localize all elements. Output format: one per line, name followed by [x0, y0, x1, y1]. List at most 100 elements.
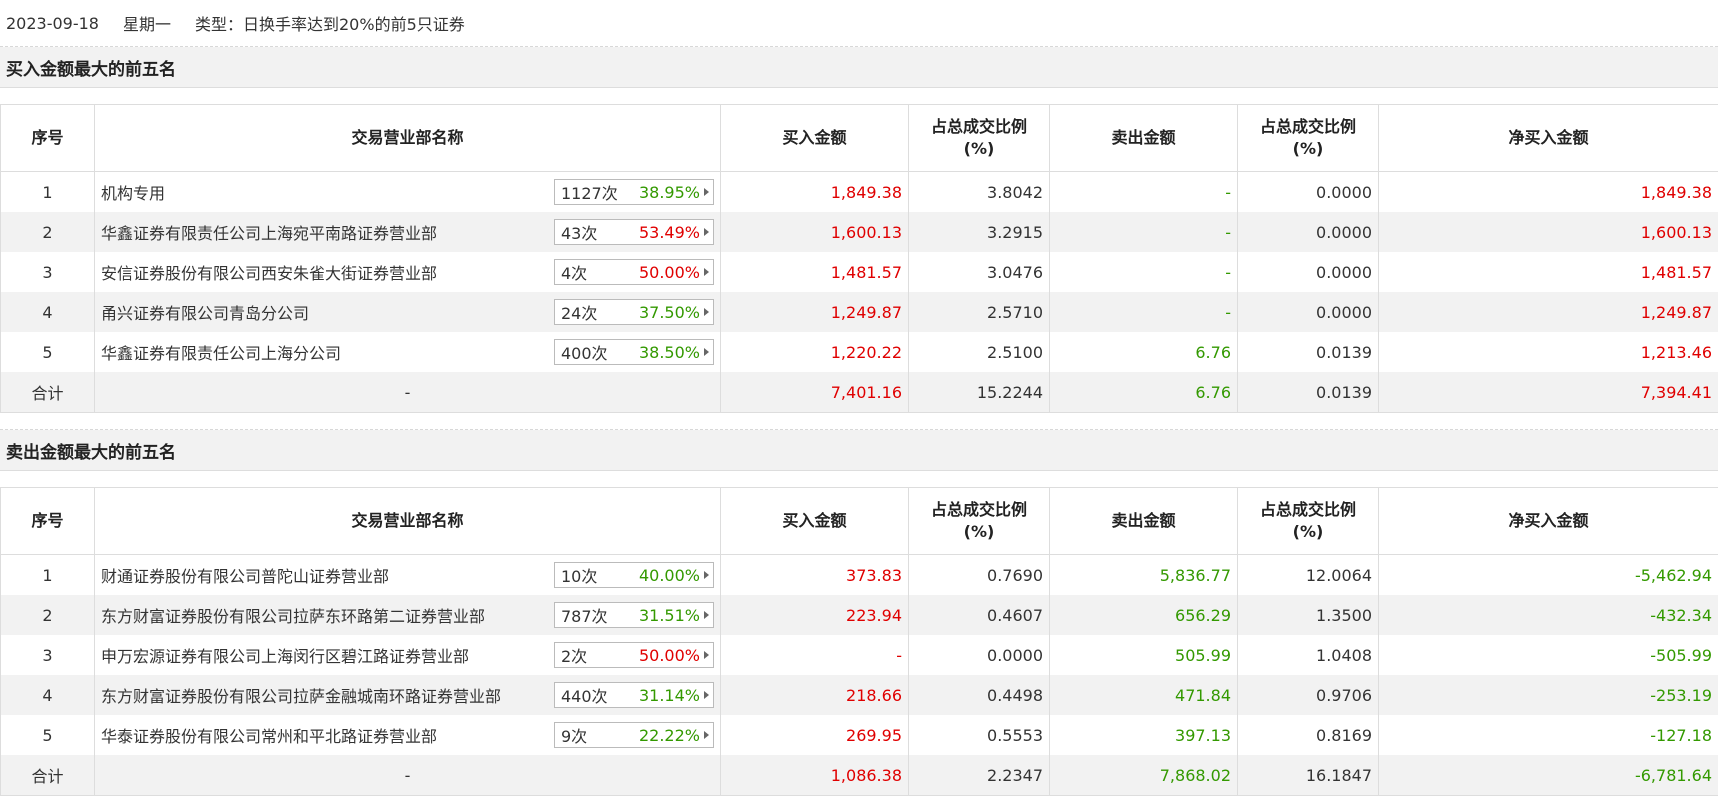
sell-amount-cell: 5,836.77: [1050, 555, 1238, 596]
buy-table: 序号 交易营业部名称 买入金额 占总成交比例(%) 卖出金额 占总成交比例(%)…: [0, 104, 1718, 413]
sell-ratio-cell: 1.3500: [1238, 595, 1379, 635]
trade-count-badge[interactable]: 4次 50.00%: [554, 259, 714, 285]
table-header-row: 序号 交易营业部名称 买入金额 占总成交比例(%) 卖出金额 占总成交比例(%)…: [1, 488, 1718, 555]
table-row: 1 机构专用 1127次 38.95% 1,849.38 3.8042 - 0.…: [1, 172, 1718, 213]
win-rate: 50.00%: [639, 646, 700, 665]
col-seq: 序号: [1, 488, 95, 555]
buy-ratio-cell: 2.5100: [909, 332, 1050, 372]
broker-cell: 华鑫证券有限责任公司上海分公司 400次 38.50%: [95, 332, 721, 372]
total-net-cell: -6,781.64: [1379, 755, 1718, 796]
sell-ratio-cell: 0.0000: [1238, 252, 1379, 292]
broker-cell: 机构专用 1127次 38.95%: [95, 172, 721, 213]
buy-ratio-cell: 3.8042: [909, 172, 1050, 213]
seq-cell: 3: [1, 635, 95, 675]
sell-ratio-cell: 0.0000: [1238, 172, 1379, 213]
caret-right-icon: [704, 348, 709, 356]
trade-count: 9次: [561, 723, 639, 747]
broker-name-link[interactable]: 华泰证券股份有限公司常州和平北路证券营业部: [101, 723, 437, 747]
buy-ratio-cell: 0.4498: [909, 675, 1050, 715]
col-buy-ratio: 占总成交比例(%): [909, 105, 1050, 172]
buy-ratio-cell: 3.0476: [909, 252, 1050, 292]
col-sell-ratio: 占总成交比例(%): [1238, 105, 1379, 172]
sell-section-title: 卖出金额最大的前五名: [0, 430, 1718, 471]
trade-count: 400次: [561, 340, 639, 364]
table-row: 2 华鑫证券有限责任公司上海宛平南路证券营业部 43次 53.49% 1,600…: [1, 212, 1718, 252]
buy-amount-cell: 1,249.87: [721, 292, 909, 332]
broker-cell: 甬兴证券有限公司青岛分公司 24次 37.50%: [95, 292, 721, 332]
trade-count-badge[interactable]: 9次 22.22%: [554, 722, 714, 748]
trade-count-badge[interactable]: 43次 53.49%: [554, 219, 714, 245]
buy-section-title: 买入金额最大的前五名: [0, 47, 1718, 88]
win-rate: 38.95%: [639, 183, 700, 202]
seq-cell: 2: [1, 212, 95, 252]
win-rate: 22.22%: [639, 726, 700, 745]
caret-right-icon: [704, 308, 709, 316]
broker-cell: 华泰证券股份有限公司常州和平北路证券营业部 9次 22.22%: [95, 715, 721, 755]
total-name-cell: -: [95, 372, 721, 413]
total-buy-cell: 1,086.38: [721, 755, 909, 796]
table-header-row: 序号 交易营业部名称 买入金额 占总成交比例(%) 卖出金额 占总成交比例(%)…: [1, 105, 1718, 172]
table-row: 1 财通证券股份有限公司普陀山证券营业部 10次 40.00% 373.83 0…: [1, 555, 1718, 596]
broker-name-link[interactable]: 财通证券股份有限公司普陀山证券营业部: [101, 563, 389, 587]
broker-name-link[interactable]: 甬兴证券有限公司青岛分公司: [101, 300, 309, 324]
trade-count-badge[interactable]: 24次 37.50%: [554, 299, 714, 325]
total-buy-ratio-cell: 15.2244: [909, 372, 1050, 413]
broker-name-link[interactable]: 安信证券股份有限公司西安朱雀大街证券营业部: [101, 260, 437, 284]
buy-amount-cell: 1,481.57: [721, 252, 909, 292]
seq-cell: 2: [1, 595, 95, 635]
buy-amount-cell: -: [721, 635, 909, 675]
buy-ratio-cell: 0.0000: [909, 635, 1050, 675]
table-row: 4 东方财富证券股份有限公司拉萨金融城南环路证券营业部 440次 31.14% …: [1, 675, 1718, 715]
broker-name-link[interactable]: 东方财富证券股份有限公司拉萨金融城南环路证券营业部: [101, 683, 501, 707]
net-amount-cell: 1,249.87: [1379, 292, 1718, 332]
broker-name-link[interactable]: 东方财富证券股份有限公司拉萨东环路第二证券营业部: [101, 603, 485, 627]
sell-amount-cell: 6.76: [1050, 332, 1238, 372]
sell-ratio-cell: 0.8169: [1238, 715, 1379, 755]
net-amount-cell: 1,849.38: [1379, 172, 1718, 213]
trade-count-badge[interactable]: 2次 50.00%: [554, 642, 714, 668]
trade-count-badge[interactable]: 1127次 38.95%: [554, 179, 714, 205]
table-row: 4 甬兴证券有限公司青岛分公司 24次 37.50% 1,249.87 2.57…: [1, 292, 1718, 332]
caret-right-icon: [704, 268, 709, 276]
buy-ratio-cell: 0.4607: [909, 595, 1050, 635]
broker-name-link[interactable]: 申万宏源证券有限公司上海闵行区碧江路证券营业部: [101, 643, 469, 667]
broker-cell: 安信证券股份有限公司西安朱雀大街证券营业部 4次 50.00%: [95, 252, 721, 292]
caret-right-icon: [704, 571, 709, 579]
total-name-cell: -: [95, 755, 721, 796]
total-label: 合计: [1, 755, 95, 796]
sell-ratio-cell: 1.0408: [1238, 635, 1379, 675]
sell-table: 序号 交易营业部名称 买入金额 占总成交比例(%) 卖出金额 占总成交比例(%)…: [0, 487, 1718, 796]
total-buy-cell: 7,401.16: [721, 372, 909, 413]
trade-count-badge[interactable]: 400次 38.50%: [554, 339, 714, 365]
table-row: 5 华鑫证券有限责任公司上海分公司 400次 38.50% 1,220.22 2…: [1, 332, 1718, 372]
trade-count-badge[interactable]: 10次 40.00%: [554, 562, 714, 588]
buy-amount-cell: 1,220.22: [721, 332, 909, 372]
broker-name-link[interactable]: 机构专用: [101, 180, 165, 204]
trade-count: 4次: [561, 260, 639, 284]
table-row: 5 华泰证券股份有限公司常州和平北路证券营业部 9次 22.22% 269.95…: [1, 715, 1718, 755]
buy-ratio-cell: 0.5553: [909, 715, 1050, 755]
broker-cell: 东方财富证券股份有限公司拉萨金融城南环路证券营业部 440次 31.14%: [95, 675, 721, 715]
win-rate: 31.51%: [639, 606, 700, 625]
buy-amount-cell: 223.94: [721, 595, 909, 635]
col-buy: 买入金额: [721, 488, 909, 555]
broker-name-link[interactable]: 华鑫证券有限责任公司上海分公司: [101, 340, 341, 364]
total-row: 合计 - 1,086.38 2.2347 7,868.02 16.1847 -6…: [1, 755, 1718, 796]
col-buy-ratio: 占总成交比例(%): [909, 488, 1050, 555]
net-amount-cell: -5,462.94: [1379, 555, 1718, 596]
broker-cell: 华鑫证券有限责任公司上海宛平南路证券营业部 43次 53.49%: [95, 212, 721, 252]
table-row: 2 东方财富证券股份有限公司拉萨东环路第二证券营业部 787次 31.51% 2…: [1, 595, 1718, 635]
trade-count-badge[interactable]: 440次 31.14%: [554, 682, 714, 708]
trade-count-badge[interactable]: 787次 31.51%: [554, 602, 714, 628]
total-sell-ratio-cell: 16.1847: [1238, 755, 1379, 796]
seq-cell: 1: [1, 555, 95, 596]
trade-count: 440次: [561, 683, 639, 707]
sell-amount-cell: -: [1050, 252, 1238, 292]
total-sell-cell: 6.76: [1050, 372, 1238, 413]
broker-cell: 东方财富证券股份有限公司拉萨东环路第二证券营业部 787次 31.51%: [95, 595, 721, 635]
net-amount-cell: -505.99: [1379, 635, 1718, 675]
sell-amount-cell: 505.99: [1050, 635, 1238, 675]
sell-ratio-cell: 12.0064: [1238, 555, 1379, 596]
broker-name-link[interactable]: 华鑫证券有限责任公司上海宛平南路证券营业部: [101, 220, 437, 244]
sell-amount-cell: -: [1050, 212, 1238, 252]
